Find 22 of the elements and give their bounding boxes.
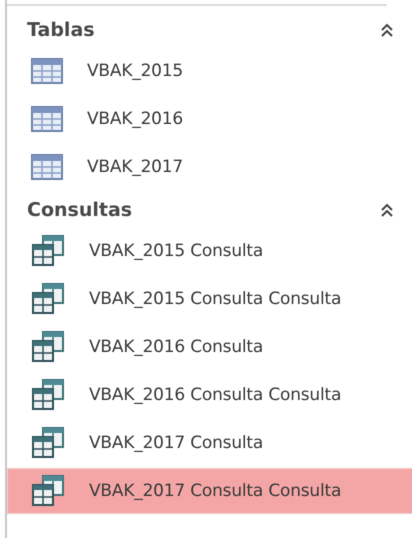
collapse-icon[interactable]	[379, 202, 395, 218]
nav-item[interactable]: VBAK_2017 Consulta Consulta	[7, 468, 412, 514]
collapse-icon[interactable]	[379, 22, 395, 38]
table-icon	[31, 58, 63, 84]
query-icon	[31, 331, 65, 363]
query-icon	[31, 427, 65, 459]
nav-item[interactable]: VBAK_2017 Consulta	[7, 420, 412, 466]
section-header: Consultas	[27, 199, 132, 221]
query-icon	[31, 283, 65, 315]
nav-item[interactable]: VBAK_2015	[7, 48, 412, 94]
nav-item[interactable]: VBAK_2016 Consulta Consulta	[7, 372, 412, 418]
nav-item[interactable]: VBAK_2015 Consulta	[7, 228, 412, 274]
table-icon	[31, 154, 63, 180]
query-icon	[31, 235, 65, 267]
table-icon	[31, 106, 63, 132]
query-icon	[31, 475, 65, 507]
nav-item[interactable]: VBAK_2015 Consulta Consulta	[7, 276, 412, 322]
query-icon	[31, 379, 65, 411]
nav-item[interactable]: VBAK_2016 Consulta	[7, 324, 412, 370]
section-header: Tablas	[27, 19, 95, 41]
nav-item[interactable]: VBAK_2017	[7, 144, 412, 190]
nav-item[interactable]: VBAK_2016	[7, 96, 412, 142]
